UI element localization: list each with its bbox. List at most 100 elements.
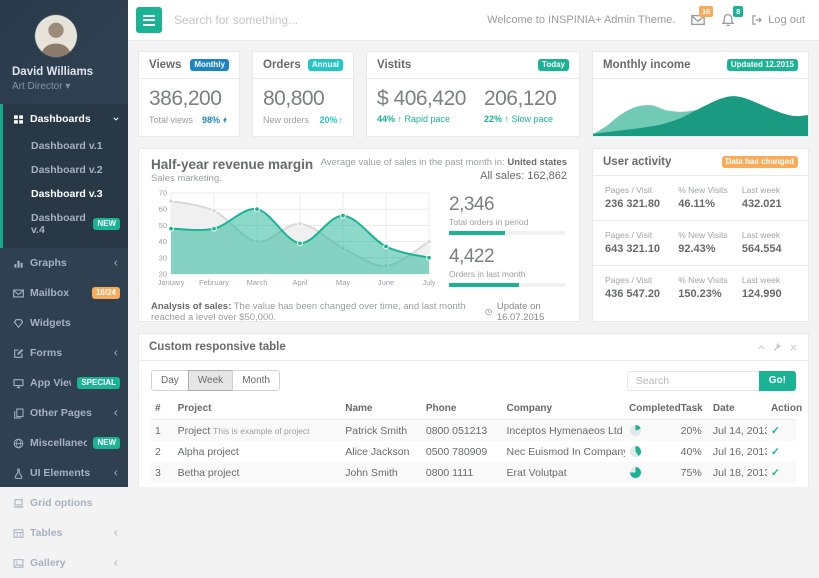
revenue-stat-value: 2,346: [449, 194, 565, 216]
activity-value: 643 321.10: [605, 243, 678, 255]
search-go-button[interactable]: Go!: [759, 371, 796, 391]
column-header-task[interactable]: Task: [677, 398, 709, 420]
table-row[interactable]: 3 Betha project John Smith 0800 1111 Era…: [151, 462, 796, 483]
visits-metrics: $ 406,420 44% ↑ Rapid pace 206,120 22% ↑…: [367, 79, 579, 130]
svg-text:50: 50: [159, 221, 167, 230]
sidebar-subitem-dashboard-v-4[interactable]: Dashboard v.4NEW: [3, 206, 128, 242]
svg-text:30: 30: [159, 253, 167, 262]
range-button-week[interactable]: Week: [188, 370, 233, 391]
sidebar-item-label: Widgets: [30, 317, 120, 329]
sidebar-item-miscellaneous[interactable]: MiscellaneousNEW: [3, 428, 128, 458]
orders-label: New orders: [263, 115, 309, 125]
responsive-table-panel: Custom responsive table DayWeekMonth Go!…: [138, 333, 809, 487]
table-header: #ProjectNamePhoneCompanyCompletedTaskDat…: [151, 398, 796, 420]
cell-company: Inceptos Hymenaeos Ltd: [503, 420, 626, 442]
files-icon: [13, 408, 24, 419]
table-search-input[interactable]: [627, 371, 759, 391]
sidebar-item-grid-options[interactable]: Grid options: [3, 488, 128, 518]
bar-chart-icon: [13, 258, 24, 269]
svg-text:40: 40: [159, 237, 167, 246]
sidebar-subitem-dashboard-v-1[interactable]: Dashboard v.1: [3, 134, 128, 158]
range-button-day[interactable]: Day: [151, 370, 189, 391]
sidebar-item-mailbox[interactable]: Mailbox16/24: [3, 278, 128, 308]
analysis-text: Analysis of sales: The value has been ch…: [151, 301, 485, 323]
monthly-income-panel: Monthly income Updated 12.2015: [592, 51, 809, 137]
column-header-phone[interactable]: Phone: [422, 398, 503, 420]
collapse-icon[interactable]: [757, 343, 766, 352]
activity-value: 236 321.80: [605, 198, 678, 210]
cell-num: 1: [151, 420, 174, 442]
sidebar-item-graphs[interactable]: Graphs: [3, 248, 128, 278]
cell-task: 75%: [677, 462, 709, 483]
column-header-name[interactable]: Name: [341, 398, 422, 420]
cell-task: 20%: [677, 420, 709, 442]
activity-row: Pages / Visit 436 547.20% New Visits 150…: [593, 266, 808, 310]
income-sparkline-chart: [593, 79, 808, 136]
messages-button[interactable]: 16: [691, 13, 705, 27]
progress-bar: [449, 231, 565, 235]
activity-value: 436 547.20: [605, 288, 678, 300]
sidebar-subitem-dashboard-v-2[interactable]: Dashboard v.2: [3, 158, 128, 182]
column-header-project[interactable]: Project: [174, 398, 342, 420]
menu-toggle-button[interactable]: [136, 7, 162, 33]
wrench-icon[interactable]: [773, 343, 782, 352]
table-row[interactable]: 1 Project This is example of project Pat…: [151, 420, 796, 442]
column-header-action[interactable]: Action: [767, 398, 796, 420]
messages-badge: 16: [699, 6, 713, 17]
activity-col-label: % New Visits: [678, 230, 742, 240]
orders-title: Orders: [263, 59, 301, 71]
action-check-icon[interactable]: ✓: [767, 420, 796, 442]
sidebar-item-dashboards[interactable]: Dashboards: [3, 104, 128, 134]
action-check-icon[interactable]: ✓: [767, 441, 796, 462]
arrow-up-icon: ↑: [398, 114, 403, 124]
sidebar-item-gallery[interactable]: Gallery: [3, 548, 128, 578]
orders-panel: Orders Annual 80,800 New orders 20%↑: [252, 51, 354, 137]
sidebar-item-other-pages[interactable]: Other Pages: [3, 398, 128, 428]
cell-date: Jul 22, 2013: [709, 483, 767, 487]
globe-icon: [13, 438, 24, 449]
update-timestamp: Update on 16.07.2015: [485, 301, 567, 323]
logout-button[interactable]: Log out: [751, 14, 805, 26]
completed-pie-icon: [625, 462, 677, 483]
action-check-icon[interactable]: ✓: [767, 483, 796, 487]
user-role-dropdown[interactable]: Art Director ▾: [12, 81, 116, 92]
main-content: Views Monthly 386,200 Total views 98% Or…: [128, 41, 819, 487]
chevron-left-icon: [112, 259, 120, 267]
views-value: 386,200: [149, 87, 229, 111]
action-check-icon[interactable]: ✓: [767, 462, 796, 483]
chevron-down-icon: ▾: [65, 81, 70, 92]
column-header-date[interactable]: Date: [709, 398, 767, 420]
cell-task: 40%: [677, 441, 709, 462]
notifications-button[interactable]: 8: [721, 13, 735, 27]
range-button-month[interactable]: Month: [232, 370, 280, 391]
table-row[interactable]: 2 Alpha project Alice Jackson 0500 78090…: [151, 441, 796, 462]
sidebar-item-app-views[interactable]: App ViewsSPECIAL: [3, 368, 128, 398]
sidebar-nav: DashboardsDashboard v.1Dashboard v.2Dash…: [0, 104, 128, 578]
sign-out-icon: [751, 14, 763, 26]
sidebar-item-ui-elements[interactable]: UI Elements: [3, 458, 128, 488]
column-header-completed[interactable]: Completed: [625, 398, 677, 420]
table-row[interactable]: 4 Gamma project Anna Jordan (016977) 064…: [151, 483, 796, 487]
avatar[interactable]: [34, 14, 78, 58]
close-icon[interactable]: [789, 343, 798, 352]
sidebar-item-tables[interactable]: Tables: [3, 518, 128, 548]
cell-num: 3: [151, 462, 174, 483]
chevron-left-icon: [112, 469, 120, 477]
activity-col-label: % New Visits: [678, 275, 742, 285]
orders-badge: Annual: [308, 59, 343, 71]
svg-text:February: February: [199, 278, 229, 287]
search-input[interactable]: [174, 13, 394, 27]
laptop-icon: [13, 498, 24, 509]
activity-row: Pages / Visit 236 321.80% New Visits 46.…: [593, 176, 808, 221]
table-icon: [13, 528, 24, 539]
cell-phone: (016977) 0648: [422, 483, 503, 487]
column-header-company[interactable]: Company: [503, 398, 626, 420]
revenue-average-text: Average value of sales in the past month…: [321, 157, 567, 168]
sidebar-subitem-dashboard-v-3[interactable]: Dashboard v.3: [3, 182, 128, 206]
sidebar-item-label: Gallery: [30, 557, 106, 569]
column-header-num[interactable]: #: [151, 398, 174, 420]
sidebar-item-forms[interactable]: Forms: [3, 338, 128, 368]
sidebar-item-widgets[interactable]: Widgets: [3, 308, 128, 338]
cell-project: Betha project: [174, 462, 342, 483]
visits-badge: Today: [538, 59, 569, 71]
